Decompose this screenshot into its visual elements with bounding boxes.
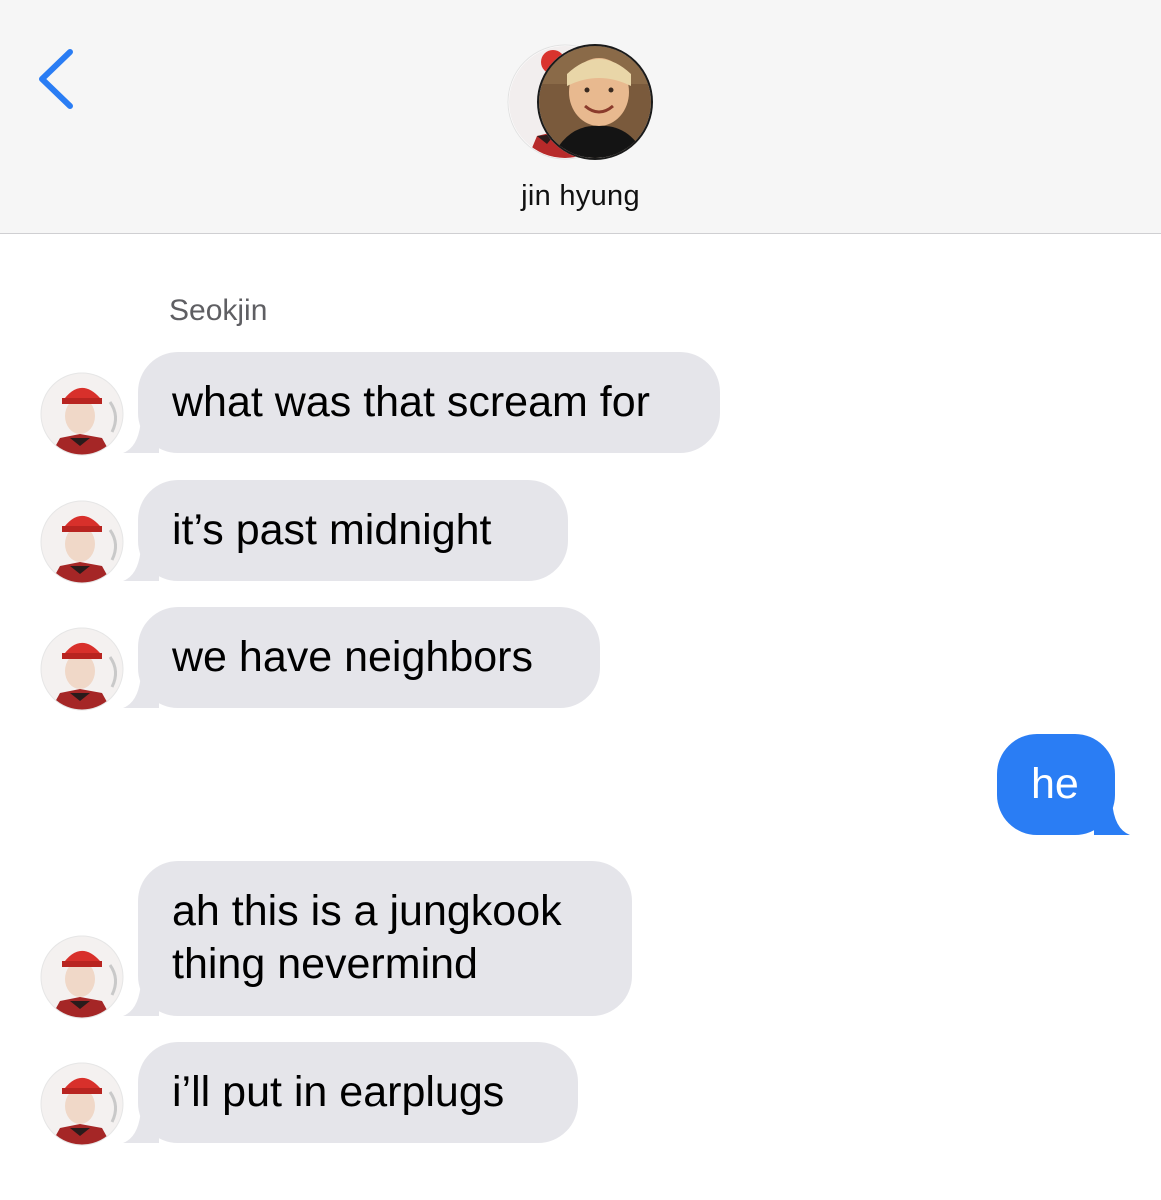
contact-name[interactable]: jin hyung xyxy=(0,180,1161,213)
bubble-tail xyxy=(123,674,159,708)
sender-avatar[interactable] xyxy=(40,500,124,584)
contact-avatar[interactable] xyxy=(507,44,653,160)
bubble-tail xyxy=(123,1109,159,1143)
message-text: we have neighbors xyxy=(172,633,533,681)
chevron-left-icon[interactable] xyxy=(34,48,78,110)
message-text: he xyxy=(1031,760,1079,808)
message-bubble-incoming[interactable]: ah this is a jungkook thing nevermind xyxy=(123,861,632,1016)
message-text-line: ah this is a jungkook xyxy=(172,887,562,935)
message-bubble-outgoing[interactable]: he xyxy=(997,734,1130,835)
bubble-tail xyxy=(1094,801,1130,835)
message-bubble-incoming[interactable]: i’ll put in earplugs xyxy=(123,1042,578,1143)
message-bubble-incoming[interactable]: we have neighbors xyxy=(123,607,600,708)
message-text: what was that scream for xyxy=(172,378,650,426)
sender-avatar[interactable] xyxy=(40,627,124,711)
sender-avatar[interactable] xyxy=(40,1062,124,1146)
sender-avatar[interactable] xyxy=(40,935,124,1019)
message-text: it’s past midnight xyxy=(172,506,492,554)
message-bubble-incoming[interactable]: it’s past midnight xyxy=(123,480,568,581)
bubble-tail xyxy=(123,547,159,581)
conversation-header: jin hyung xyxy=(0,0,1161,234)
sender-label: Seokjin xyxy=(169,294,268,327)
message-bubble-incoming[interactable]: what was that scream for xyxy=(123,352,720,453)
bubble-tail xyxy=(123,419,159,453)
message-text-line: thing nevermind xyxy=(172,940,478,988)
message-text: i’ll put in earplugs xyxy=(172,1068,505,1116)
sender-avatar[interactable] xyxy=(40,372,124,456)
bubble-tail xyxy=(123,982,159,1016)
